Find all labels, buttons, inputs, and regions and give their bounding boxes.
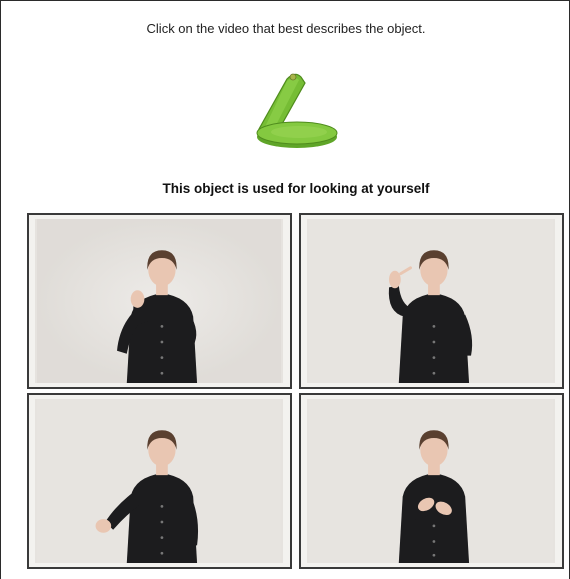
person-signing-video-1-icon	[35, 219, 283, 383]
quiz-page: Click on the video that best describes t…	[0, 0, 570, 579]
video-option-3[interactable]	[27, 393, 292, 569]
person-signing-video-3-icon	[35, 399, 283, 563]
video-option-4[interactable]	[299, 393, 564, 569]
green-compact-mirror-icon	[247, 69, 343, 155]
video-option-1[interactable]	[27, 213, 292, 389]
instruction-text: Click on the video that best describes t…	[146, 21, 426, 36]
video-option-2[interactable]	[299, 213, 564, 389]
object-description: This object is used for looking at yours…	[162, 181, 430, 196]
person-signing-video-2-icon	[307, 219, 555, 383]
person-signing-video-4-icon	[307, 399, 555, 563]
